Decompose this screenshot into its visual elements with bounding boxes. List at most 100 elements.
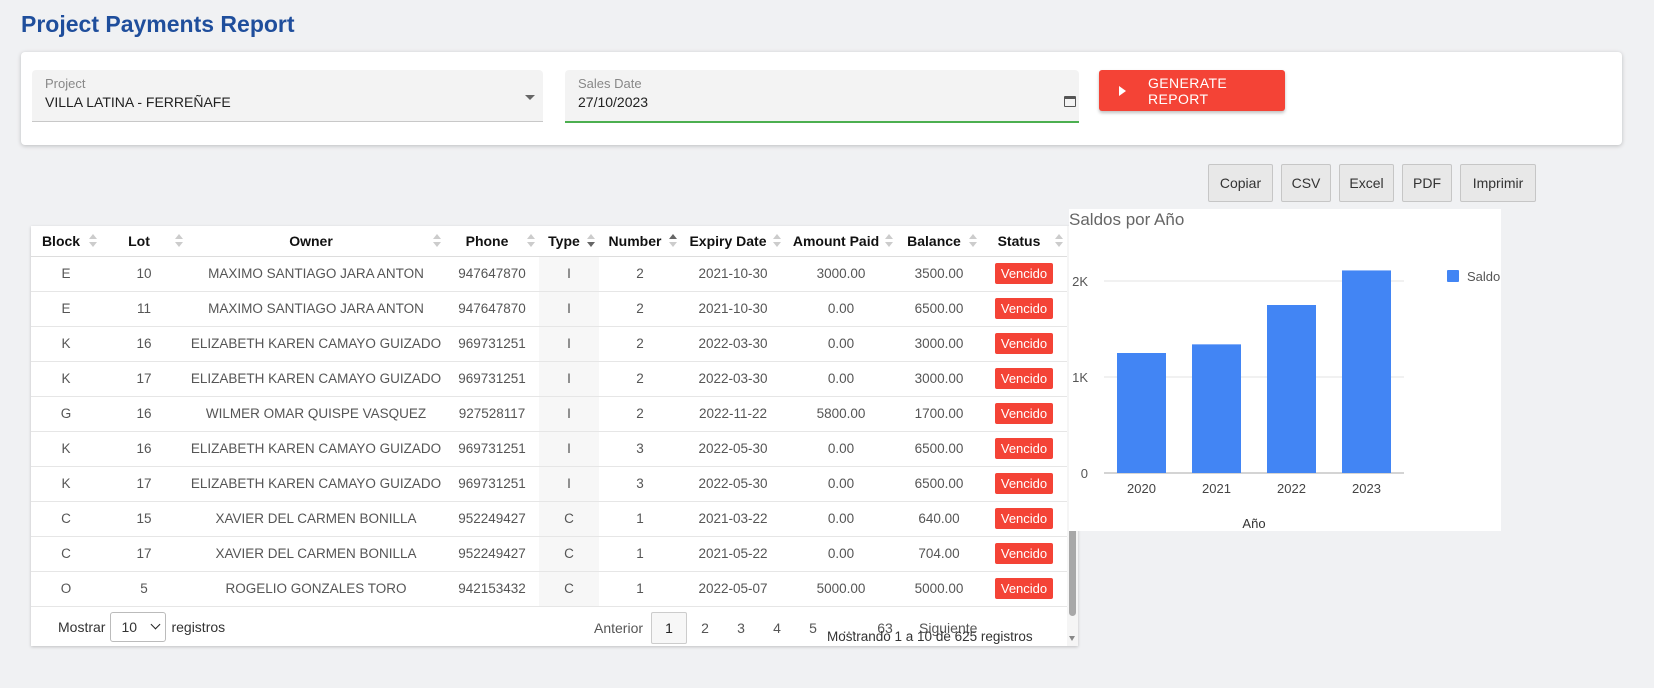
status-badge: Vencido bbox=[994, 473, 1054, 494]
pagination-page-5[interactable]: 5 bbox=[795, 612, 831, 644]
col-header-owner[interactable]: Owner bbox=[187, 226, 445, 257]
pagination-page-2[interactable]: 2 bbox=[687, 612, 723, 644]
y-tick-label: 1K bbox=[1072, 370, 1088, 385]
status-badge: Vencido bbox=[994, 508, 1054, 529]
col-header-block[interactable]: Block bbox=[31, 226, 101, 257]
cell-owner: MAXIMO SANTIAGO JARA ANTON bbox=[187, 291, 445, 327]
cell-lot: 16 bbox=[101, 431, 187, 467]
table-row[interactable]: C 15 XAVIER DEL CARMEN BONILLA 952249427 C 1 2… bbox=[31, 501, 1067, 537]
cell-status: Vencido bbox=[981, 396, 1067, 432]
col-header-lot[interactable]: Lot bbox=[101, 226, 187, 257]
table-row[interactable]: G 16 WILMER OMAR QUISPE VASQUEZ 927528117 I 2… bbox=[31, 396, 1067, 432]
sales-date-value[interactable]: 27/10/2023 bbox=[578, 94, 648, 110]
payments-table: Block Lot Owner Phone Type Number Expiry… bbox=[31, 226, 1067, 607]
cell-phone: 927528117 bbox=[445, 396, 539, 432]
copy-button[interactable]: Copiar bbox=[1208, 164, 1273, 202]
cell-block: C bbox=[31, 536, 101, 572]
pagination-page-1[interactable]: 1 bbox=[651, 612, 688, 644]
cell-lot: 5 bbox=[101, 571, 187, 607]
chevron-down-icon bbox=[151, 619, 161, 630]
cell-phone: 969731251 bbox=[445, 466, 539, 502]
table-row[interactable]: K 17 ELIZABETH KAREN CAMAYO GUIZADO 9697312… bbox=[31, 361, 1067, 397]
pdf-button[interactable]: PDF bbox=[1402, 164, 1452, 202]
legend-label: Saldo bbox=[1467, 269, 1500, 284]
generate-report-button[interactable]: GENERATE REPORT bbox=[1099, 70, 1285, 111]
cell-status: Vencido bbox=[981, 571, 1067, 607]
cell-phone: 952249427 bbox=[445, 536, 539, 572]
page-length-select[interactable]: 10 bbox=[110, 612, 167, 642]
bar-2021 bbox=[1192, 344, 1241, 473]
cell-number: 1 bbox=[599, 571, 681, 607]
play-icon bbox=[1119, 85, 1126, 96]
sort-asc-icon bbox=[669, 234, 677, 248]
x-tick-label: 2022 bbox=[1277, 481, 1306, 496]
legend-swatch bbox=[1447, 270, 1459, 282]
cell-amount-paid: 5000.00 bbox=[785, 571, 897, 607]
sort-icon bbox=[773, 234, 781, 248]
chart-title: Saldos por Año bbox=[1069, 210, 1184, 229]
col-header-number[interactable]: Number bbox=[599, 226, 681, 257]
cell-owner: ROGELIO GONZALES TORO bbox=[187, 571, 445, 607]
col-header-status[interactable]: Status bbox=[981, 226, 1067, 257]
dropdown-caret-icon[interactable] bbox=[525, 95, 535, 100]
cell-balance: 1700.00 bbox=[897, 396, 981, 432]
cell-owner: ELIZABETH KAREN CAMAYO GUIZADO bbox=[187, 431, 445, 467]
table-row[interactable]: K 17 ELIZABETH KAREN CAMAYO GUIZADO 9697312… bbox=[31, 466, 1067, 502]
project-select[interactable]: Project VILLA LATINA - FERREÑAFE bbox=[32, 70, 543, 122]
cell-amount-paid: 0.00 bbox=[785, 536, 897, 572]
status-badge: Vencido bbox=[994, 298, 1054, 319]
pagination-page-4[interactable]: 4 bbox=[759, 612, 795, 644]
sort-desc-icon bbox=[587, 234, 595, 248]
cell-type: C bbox=[539, 501, 599, 537]
cell-owner: MAXIMO SANTIAGO JARA ANTON bbox=[187, 256, 445, 292]
sales-date-input[interactable]: Sales Date 27/10/2023 bbox=[565, 70, 1079, 123]
bar-2023 bbox=[1342, 270, 1391, 473]
y-tick-label: 0 bbox=[1081, 466, 1088, 481]
cell-expiry-date: 2021-03-22 bbox=[681, 501, 785, 537]
cell-lot: 16 bbox=[101, 326, 187, 362]
col-header-amount-paid[interactable]: Amount Paid bbox=[785, 226, 897, 257]
excel-button[interactable]: Excel bbox=[1339, 164, 1394, 202]
cell-amount-paid: 0.00 bbox=[785, 326, 897, 362]
cell-phone: 942153432 bbox=[445, 571, 539, 607]
cell-expiry-date: 2022-03-30 bbox=[681, 326, 785, 362]
cell-type: I bbox=[539, 291, 599, 327]
table-row[interactable]: O 5 ROGELIO GONZALES TORO 942153432 C 1 2022-0… bbox=[31, 571, 1067, 607]
cell-amount-paid: 0.00 bbox=[785, 291, 897, 327]
calendar-icon[interactable] bbox=[1064, 96, 1076, 107]
sales-date-label: Sales Date bbox=[578, 76, 642, 91]
cell-phone: 947647870 bbox=[445, 256, 539, 292]
col-header-phone[interactable]: Phone bbox=[445, 226, 539, 257]
cell-status: Vencido bbox=[981, 361, 1067, 397]
page-length-value: 10 bbox=[121, 619, 138, 635]
cell-status: Vencido bbox=[981, 291, 1067, 327]
col-header-balance[interactable]: Balance bbox=[897, 226, 981, 257]
pagination-page-3[interactable]: 3 bbox=[723, 612, 759, 644]
cell-number: 2 bbox=[599, 396, 681, 432]
print-button[interactable]: Imprimir bbox=[1460, 164, 1536, 202]
cell-balance: 6500.00 bbox=[897, 291, 981, 327]
cell-number: 1 bbox=[599, 536, 681, 572]
cell-type: C bbox=[539, 536, 599, 572]
scroll-down-icon[interactable] bbox=[1069, 636, 1075, 641]
cell-expiry-date: 2022-03-30 bbox=[681, 361, 785, 397]
cell-owner: ELIZABETH KAREN CAMAYO GUIZADO bbox=[187, 466, 445, 502]
cell-amount-paid: 5800.00 bbox=[785, 396, 897, 432]
cell-balance: 6500.00 bbox=[897, 431, 981, 467]
table-row[interactable]: E 11 MAXIMO SANTIAGO JARA ANTON 947647870 I 2… bbox=[31, 291, 1067, 327]
cell-block: K bbox=[31, 326, 101, 362]
sort-icon bbox=[969, 234, 977, 248]
col-header-expiry-date[interactable]: Expiry Date bbox=[681, 226, 785, 257]
table-row[interactable]: K 16 ELIZABETH KAREN CAMAYO GUIZADO 9697312… bbox=[31, 326, 1067, 362]
cell-expiry-date: 2022-05-07 bbox=[681, 571, 785, 607]
col-header-type[interactable]: Type bbox=[539, 226, 599, 257]
cell-type: C bbox=[539, 571, 599, 607]
length-suffix: registros bbox=[171, 619, 226, 635]
table-row[interactable]: E 10 MAXIMO SANTIAGO JARA ANTON 947647870 I 2… bbox=[31, 256, 1067, 292]
csv-button[interactable]: CSV bbox=[1281, 164, 1331, 202]
cell-status: Vencido bbox=[981, 536, 1067, 572]
pagination-prev[interactable]: Anterior bbox=[586, 612, 651, 644]
table-row[interactable]: C 17 XAVIER DEL CARMEN BONILLA 952249427 C 1 2… bbox=[31, 536, 1067, 572]
table-row[interactable]: K 16 ELIZABETH KAREN CAMAYO GUIZADO 9697312… bbox=[31, 431, 1067, 467]
bar-2020 bbox=[1117, 353, 1166, 473]
